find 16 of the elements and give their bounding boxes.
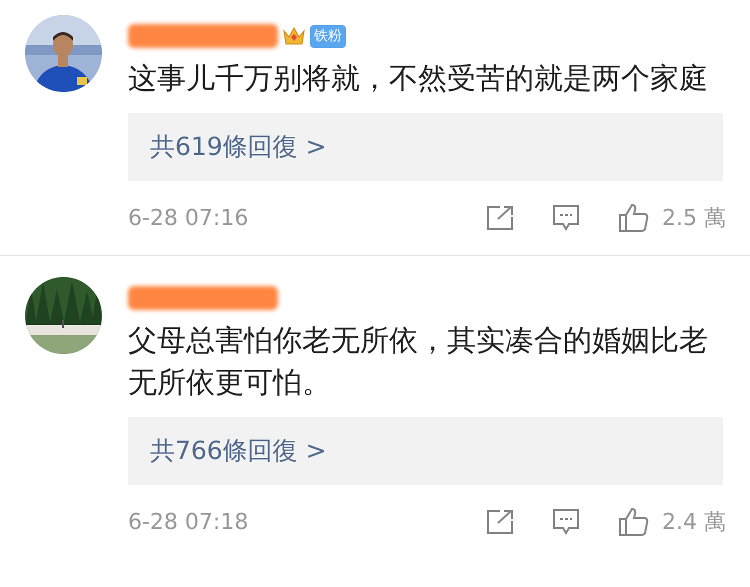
share-button[interactable] [486, 205, 514, 231]
replies-link[interactable]: 共766條回復 > [150, 432, 327, 470]
comment-text: 父母总害怕你老无所依，其实凑合的婚姻比老无所依更可怕。 [128, 322, 708, 401]
fan-badge: 铁粉 [310, 24, 346, 48]
comment-text: 这事儿千万别将就，不然受苦的就是两个家庭 [128, 60, 708, 97]
crown-icon [282, 25, 306, 47]
comment-button[interactable] [552, 508, 580, 536]
timestamp: 6-28 07:16 [128, 204, 248, 232]
like-button[interactable] [618, 203, 650, 233]
like-count: 2.4 萬 [662, 508, 726, 536]
like-button[interactable] [618, 507, 650, 537]
like-count: 2.5 萬 [662, 204, 726, 232]
replies-link[interactable]: 共619條回復 > [150, 128, 327, 166]
comment-button[interactable] [552, 204, 580, 232]
share-button[interactable] [486, 509, 514, 535]
timestamp: 6-28 07:18 [128, 508, 248, 536]
